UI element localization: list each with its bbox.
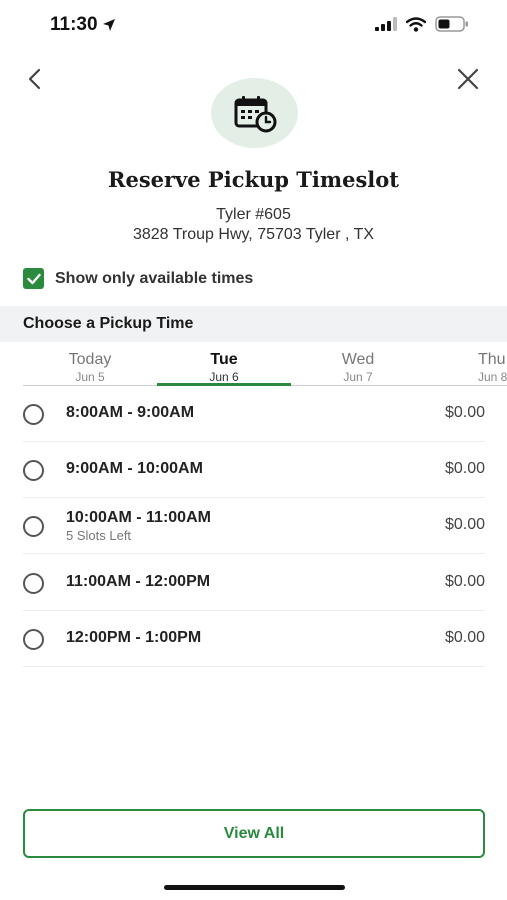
timeslot-price: $0.00 bbox=[444, 573, 485, 590]
home-indicator[interactable] bbox=[164, 885, 345, 890]
timeslot-price: $0.00 bbox=[444, 404, 485, 421]
timeslot-price: $0.00 bbox=[444, 460, 485, 477]
battery-icon bbox=[435, 16, 468, 32]
timeslot-time: 10:00AM - 11:00AM bbox=[66, 509, 211, 526]
timeslot-radio[interactable] bbox=[23, 515, 44, 537]
status-bar: 11:30 bbox=[0, 0, 507, 50]
view-all-button[interactable]: View All bbox=[23, 809, 485, 858]
tab-day-label: Tue bbox=[210, 351, 238, 368]
timeslot-time: 8:00AM - 9:00AM bbox=[66, 404, 195, 421]
timeslot-price: $0.00 bbox=[444, 516, 485, 533]
close-button[interactable] bbox=[453, 64, 483, 94]
tab-date-label: Jun 7 bbox=[343, 370, 373, 384]
tab-day-label: Wed bbox=[341, 351, 375, 368]
timeslot-row[interactable]: 9:00AM - 10:00AM $0.00 bbox=[23, 442, 485, 498]
tab-tue[interactable]: Tue Jun 6 bbox=[157, 346, 291, 386]
store-address: 3828 Troup Hwy, 75703 Tyler , TX bbox=[132, 226, 375, 243]
timeslot-price: $0.00 bbox=[444, 629, 485, 646]
status-time-text: 11:30 bbox=[50, 14, 98, 35]
tab-date-label: Jun 5 bbox=[75, 370, 105, 384]
timeslot-row[interactable]: 8:00AM - 9:00AM $0.00 bbox=[23, 386, 485, 442]
available-times-checkbox[interactable] bbox=[23, 268, 44, 289]
timeslot-row[interactable]: 12:00PM - 1:00PM $0.00 bbox=[23, 611, 485, 667]
tab-day-label: Thu bbox=[478, 351, 506, 368]
signal-icon bbox=[375, 17, 397, 31]
status-indicators bbox=[375, 16, 469, 32]
tab-wed[interactable]: Wed Jun 7 bbox=[291, 346, 425, 386]
tab-today[interactable]: Today Jun 5 bbox=[23, 346, 157, 386]
timeslot-radio[interactable] bbox=[23, 628, 44, 650]
calendar-icon-badge bbox=[211, 78, 298, 148]
available-times-label: Show only available times bbox=[55, 269, 254, 287]
tab-date-label: Jun 8 bbox=[478, 370, 507, 384]
tab-day-label: Today bbox=[68, 351, 112, 368]
calendar-clock-icon bbox=[234, 96, 276, 133]
date-tabs: Today Jun 5 Tue Jun 6 Wed Jun 7 Thu Jun … bbox=[23, 346, 507, 386]
store-name: Tyler #605 bbox=[216, 206, 291, 223]
timeslot-time: 9:00AM - 10:00AM bbox=[66, 460, 203, 477]
tab-thu[interactable]: Thu Jun 8 bbox=[425, 346, 507, 386]
timeslot-radio[interactable] bbox=[23, 403, 44, 425]
available-times-toggle[interactable]: Show only available times bbox=[23, 268, 253, 289]
section-title: Choose a Pickup Time bbox=[23, 315, 194, 332]
tab-date-label: Jun 6 bbox=[209, 370, 239, 384]
back-chevron-icon bbox=[28, 68, 41, 90]
section-header: Choose a Pickup Time bbox=[0, 306, 507, 342]
location-arrow-icon bbox=[102, 19, 115, 31]
page-title: Reserve Pickup Timeslot bbox=[108, 167, 399, 192]
timeslot-availability: 5 Slots Left bbox=[66, 528, 132, 543]
timeslot-row[interactable]: 11:00AM - 12:00PM $0.00 bbox=[23, 555, 485, 611]
timeslot-time: 11:00AM - 12:00PM bbox=[66, 573, 211, 590]
close-icon bbox=[457, 68, 479, 90]
timeslot-row[interactable]: 10:00AM - 11:00AM 5 Slots Left $0.00 bbox=[23, 498, 485, 554]
timeslot-time: 12:00PM - 1:00PM bbox=[66, 629, 202, 646]
wifi-icon bbox=[406, 16, 426, 32]
checkmark-icon bbox=[26, 273, 41, 284]
status-time: 11:30 bbox=[50, 14, 116, 36]
back-button[interactable] bbox=[20, 64, 48, 94]
timeslot-radio[interactable] bbox=[23, 572, 44, 594]
timeslot-radio[interactable] bbox=[23, 459, 44, 481]
